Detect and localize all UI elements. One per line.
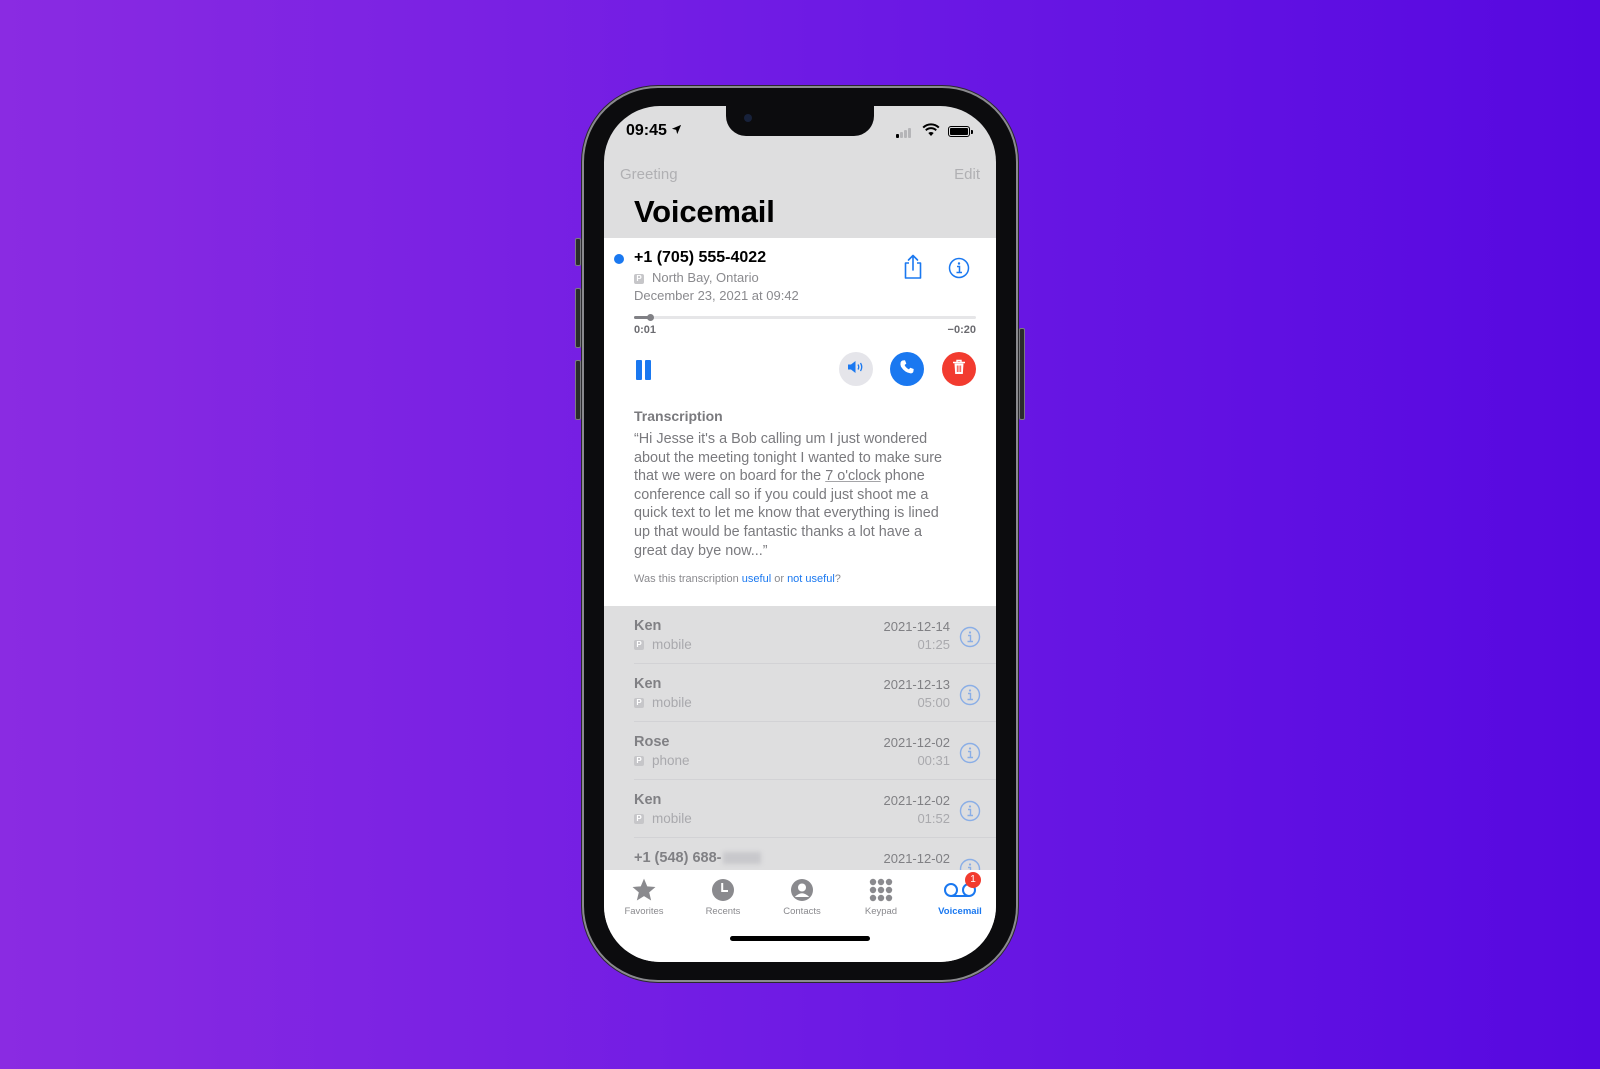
wifi-icon xyxy=(922,123,940,142)
tab-bar: Favorites Recents Contacts Keypad 1 Voicemail xyxy=(604,870,996,962)
elapsed-time: 0:01 xyxy=(634,324,657,336)
volume-up-button xyxy=(575,288,581,348)
voicemail-datetime: December 23, 2021 at 09:42 xyxy=(634,288,799,303)
tab-label: Contacts xyxy=(783,906,821,917)
info-icon xyxy=(959,626,981,652)
info-icon xyxy=(959,800,981,826)
trash-icon xyxy=(952,359,966,380)
transcription-text: “Hi Jesse it's a Bob calling um I just w… xyxy=(634,431,942,559)
person-circle-icon xyxy=(763,876,841,904)
time-link[interactable]: 7 o'clock xyxy=(825,468,881,484)
transcription-feedback: Was this transcription useful or not use… xyxy=(634,573,841,585)
voicemail-duration: 01:52 xyxy=(917,811,950,826)
contact-badge-icon: P xyxy=(634,814,644,825)
nav-bar: Greeting Edit xyxy=(604,162,996,192)
cellular-signal-icon xyxy=(896,128,911,138)
useful-link[interactable]: useful xyxy=(742,573,771,585)
clock-icon xyxy=(684,876,762,904)
delete-button[interactable] xyxy=(942,352,976,386)
voicemail-row[interactable]: Ken Pmobile 2021-12-14 01:25 xyxy=(604,606,996,664)
voicemail-duration: 05:00 xyxy=(917,695,950,710)
voicemail-caller: Ken xyxy=(634,676,662,692)
tab-favorites[interactable]: Favorites xyxy=(605,876,683,917)
voicemail-caller: +1 (548) 688- xyxy=(634,850,762,866)
voicemail-info-button[interactable] xyxy=(959,742,981,769)
tab-recents[interactable]: Recents xyxy=(684,876,762,917)
volume-down-button xyxy=(575,360,581,420)
tab-label: Keypad xyxy=(864,906,898,917)
playback-scrubber[interactable] xyxy=(634,314,976,321)
phone-icon xyxy=(899,359,915,380)
transcription-label: Transcription xyxy=(634,408,723,424)
voicemail-row[interactable]: Ken Pmobile 2021-12-13 05:00 xyxy=(604,664,996,722)
voicemail-caller: Ken xyxy=(634,618,662,634)
voicemail-duration: 01:25 xyxy=(917,637,950,652)
call-back-button[interactable] xyxy=(890,352,924,386)
greeting-button[interactable]: Greeting xyxy=(620,166,678,183)
share-button[interactable] xyxy=(902,254,924,285)
tab-label: Voicemail xyxy=(938,906,982,917)
contact-badge-icon: P xyxy=(634,640,644,651)
voicemail-duration: 00:31 xyxy=(917,753,950,768)
speaker-button[interactable] xyxy=(839,352,873,386)
voicemail-label: Pmobile xyxy=(634,637,692,652)
voicemail-date: 2021-12-02 xyxy=(883,735,951,750)
unread-indicator xyxy=(614,254,624,264)
tab-contacts[interactable]: Contacts xyxy=(763,876,841,917)
info-button[interactable] xyxy=(948,257,970,284)
voicemail-caller: Ken xyxy=(634,792,662,808)
power-button xyxy=(1019,328,1025,420)
voicemail-row[interactable]: Ken Pmobile 2021-12-02 01:52 xyxy=(604,780,996,838)
home-indicator xyxy=(730,936,870,941)
speaker-icon xyxy=(847,360,865,379)
voicemail-caller: Rose xyxy=(634,734,670,750)
pause-button[interactable] xyxy=(636,360,652,380)
contact-badge-icon: P xyxy=(634,756,644,767)
info-icon xyxy=(959,742,981,768)
edit-button[interactable]: Edit xyxy=(954,166,980,183)
voicemail-date: 2021-12-02 xyxy=(883,851,951,866)
battery-icon xyxy=(948,126,973,137)
voicemail-info-button[interactable] xyxy=(959,626,981,653)
unread-count-badge: 1 xyxy=(965,872,981,888)
voicemail-row[interactable]: Rose Pphone 2021-12-02 00:31 xyxy=(604,722,996,780)
info-icon xyxy=(948,257,970,283)
voicemail-label: Pphone xyxy=(634,753,690,768)
caller-number: +1 (705) 555-4022 xyxy=(634,249,767,266)
voicemail-label: Pmobile xyxy=(634,695,692,710)
location-arrow-icon xyxy=(671,122,682,140)
voicemail-date: 2021-12-02 xyxy=(883,793,951,808)
contact-badge-icon: P xyxy=(634,273,644,284)
camera xyxy=(744,114,752,122)
keypad-icon xyxy=(842,876,920,904)
voicemail-info-button[interactable] xyxy=(959,800,981,827)
voicemail-info-button[interactable] xyxy=(959,684,981,711)
tab-label: Favorites xyxy=(624,906,664,917)
active-voicemail-card: +1 (705) 555-4022 P North Bay, Ontario De… xyxy=(604,238,996,606)
voicemail-icon: 1 xyxy=(921,872,996,904)
tab-voicemail[interactable]: 1 Voicemail xyxy=(921,872,996,917)
remaining-time: −0:20 xyxy=(947,324,976,336)
voicemail-date: 2021-12-13 xyxy=(883,677,951,692)
redacted-digits xyxy=(723,852,762,865)
screen: 09:45 Greeting Edit Voicemail +1 (705) 5… xyxy=(604,106,996,962)
voicemail-date: 2021-12-14 xyxy=(883,619,951,634)
page-title: Voicemail xyxy=(634,194,775,229)
tab-keypad[interactable]: Keypad xyxy=(842,876,920,917)
caller-location: P North Bay, Ontario xyxy=(634,270,759,285)
info-icon xyxy=(959,684,981,710)
contact-badge-icon: P xyxy=(634,698,644,709)
tab-label: Recents xyxy=(705,906,741,917)
star-icon xyxy=(605,876,683,904)
status-time: 09:45 xyxy=(626,122,682,140)
mute-switch xyxy=(575,238,581,266)
scrubber-handle[interactable] xyxy=(647,314,655,321)
voicemail-label: Pmobile xyxy=(634,811,692,826)
phone-frame: 09:45 Greeting Edit Voicemail +1 (705) 5… xyxy=(575,88,1025,980)
share-icon xyxy=(902,254,924,284)
not-useful-link[interactable]: not useful xyxy=(787,573,835,585)
notch xyxy=(726,106,874,136)
